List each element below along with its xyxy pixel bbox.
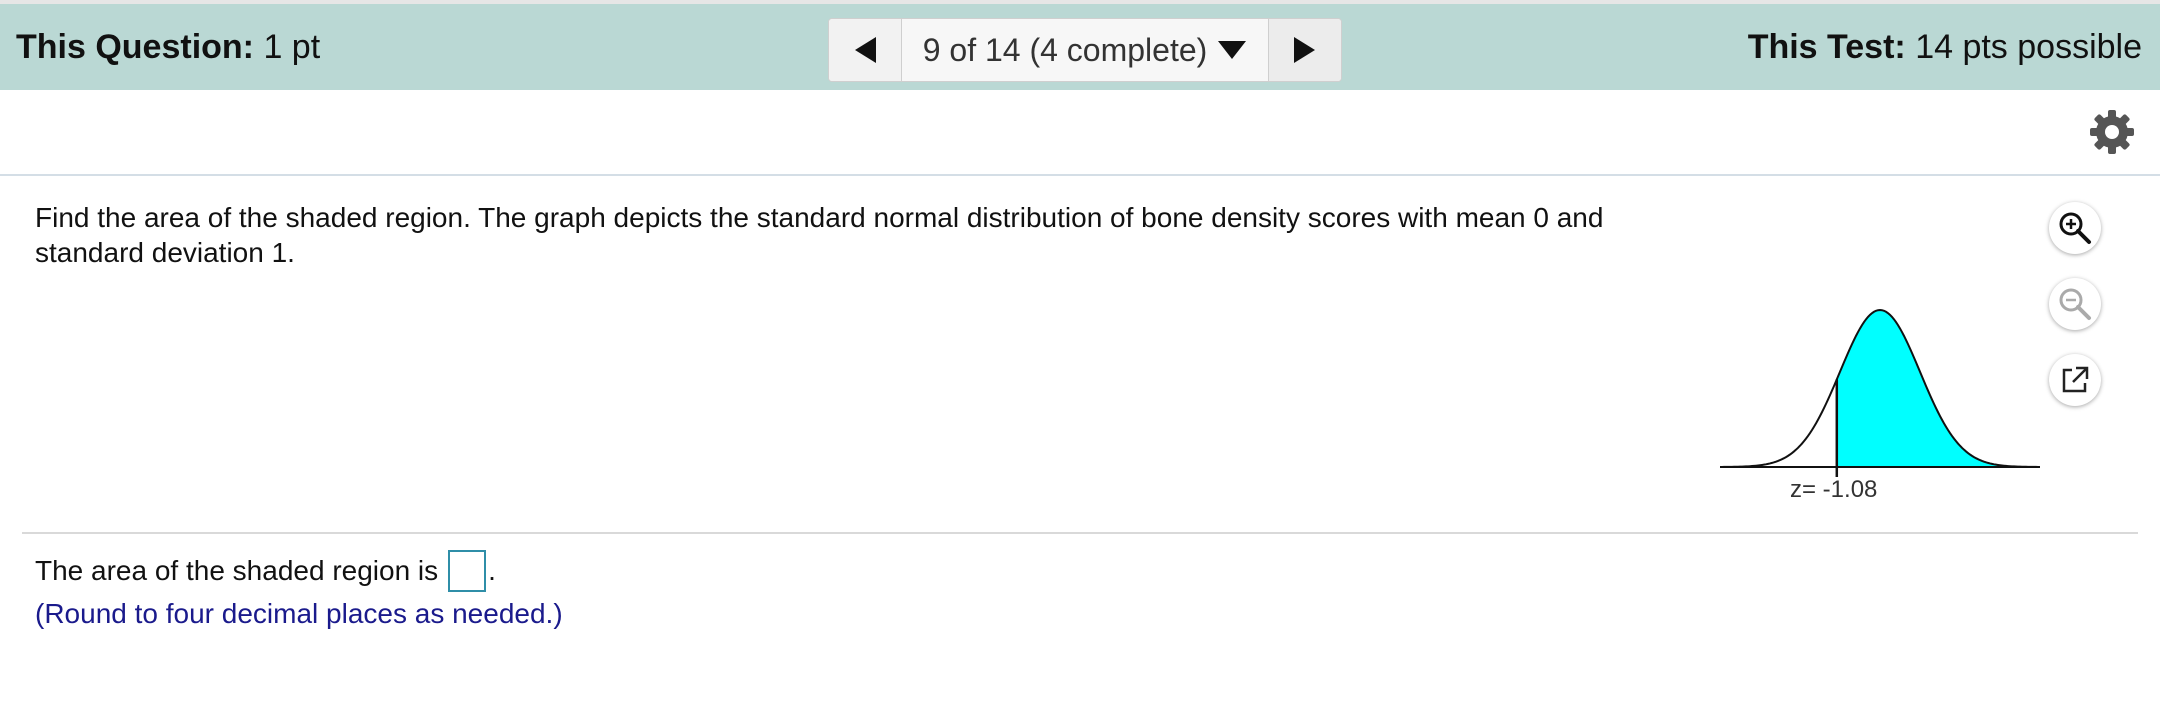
question-points-value: 1 pt (263, 28, 321, 66)
triangle-right-icon (1294, 37, 1315, 63)
answer-row: The area of the shaded region is . (35, 550, 496, 592)
answer-input[interactable] (448, 550, 487, 592)
triangle-down-icon (1218, 41, 1247, 59)
answer-prompt: The area of the shaded region is (35, 555, 439, 586)
test-points-label: This Test: (1747, 28, 1906, 66)
question-position-label: 9 of 14 (4 complete) (922, 31, 1208, 68)
popout-button[interactable] (2049, 354, 2101, 406)
shaded-region (1836, 310, 2040, 467)
settings-bar (0, 90, 2160, 176)
gear-icon[interactable] (2088, 108, 2136, 156)
triangle-left-icon (855, 37, 876, 63)
zoom-out-button[interactable] (2049, 278, 2101, 330)
question-points-label: This Question: (16, 28, 254, 66)
header-bar: This Question: 1 pt 9 of 14 (4 complete)… (0, 4, 2160, 90)
question-tools (2049, 202, 2105, 430)
next-question-button[interactable] (1268, 19, 1341, 81)
zoom-in-icon (2059, 212, 2091, 244)
zoom-in-button[interactable] (2049, 202, 2101, 254)
previous-question-button[interactable] (829, 19, 902, 81)
z-value-label: z= -1.08 (1790, 476, 1878, 503)
question-text: Find the area of the shaded region. The … (35, 202, 1604, 268)
test-points: This Test: 14 pts possible (1748, 4, 2142, 90)
popout-icon (2062, 366, 2089, 393)
question-points: This Question: 1 pt (16, 4, 320, 90)
normal-distribution-graph (1719, 308, 2041, 477)
question-select-dropdown[interactable]: 9 of 14 (4 complete) (902, 19, 1268, 81)
question-navigator: 9 of 14 (4 complete) (828, 18, 1342, 82)
test-points-value: 14 pts possible (1915, 28, 2142, 66)
section-divider (22, 532, 2138, 534)
zoom-out-icon (2059, 288, 2091, 320)
answer-suffix: . (488, 555, 496, 586)
rounding-hint: (Round to four decimal places as needed.… (35, 598, 563, 629)
